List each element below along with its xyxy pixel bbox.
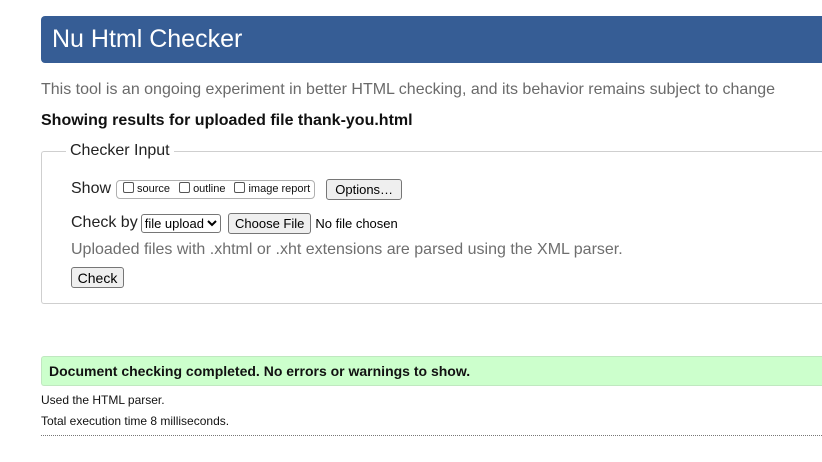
file-status: No file chosen: [315, 215, 398, 231]
check-button[interactable]: Check: [71, 267, 124, 288]
outline-checkbox[interactable]: [179, 182, 191, 193]
show-outline-option[interactable]: outline: [179, 182, 226, 195]
page: Nu Html Checker This tool is an ongoing …: [0, 0, 822, 462]
source-checkbox-label: source: [137, 183, 171, 195]
show-label: Show: [71, 180, 112, 197]
choose-file-button[interactable]: Choose File: [227, 212, 312, 234]
show-image-report-option[interactable]: image report: [234, 182, 311, 195]
image-report-checkbox-label: image report: [248, 183, 311, 195]
show-source-option[interactable]: source: [123, 182, 171, 195]
divider: [41, 435, 822, 436]
parser-note: Used the HTML parser.: [41, 393, 165, 407]
success-message-box: Document checking completed. No errors o…: [41, 356, 822, 386]
success-message: Document checking completed. No errors o…: [49, 363, 471, 379]
results-heading: Showing results for uploaded file thank-…: [41, 112, 413, 129]
source-checkbox[interactable]: [123, 182, 135, 193]
check-by-label: Check by: [71, 214, 138, 231]
execution-time: Total execution time 8 milliseconds.: [41, 414, 230, 428]
tagline: This tool is an ongoing experiment in be…: [41, 81, 776, 98]
show-row: Show source outline image report Options…: [71, 177, 403, 201]
checker-input-legend: Checker Input: [66, 142, 174, 160]
page-header: Nu Html Checker: [41, 16, 822, 63]
check-by-select[interactable]: file upload: [140, 213, 221, 233]
check-by-row: Check by file upload Choose File No file…: [71, 212, 398, 234]
xml-parser-hint: Uploaded files with .xhtml or .xht exten…: [71, 241, 623, 258]
check-by-selected-value: file upload: [144, 215, 204, 231]
chevron-down-icon: [207, 220, 217, 227]
page-title: Nu Html Checker: [52, 25, 243, 53]
checker-input-fieldset: Checker Input Show source outline image …: [41, 142, 822, 304]
options-button[interactable]: Options…: [326, 178, 403, 200]
show-options-group: source outline image report: [116, 179, 316, 199]
image-report-checkbox[interactable]: [234, 182, 246, 193]
outline-checkbox-label: outline: [193, 183, 226, 195]
